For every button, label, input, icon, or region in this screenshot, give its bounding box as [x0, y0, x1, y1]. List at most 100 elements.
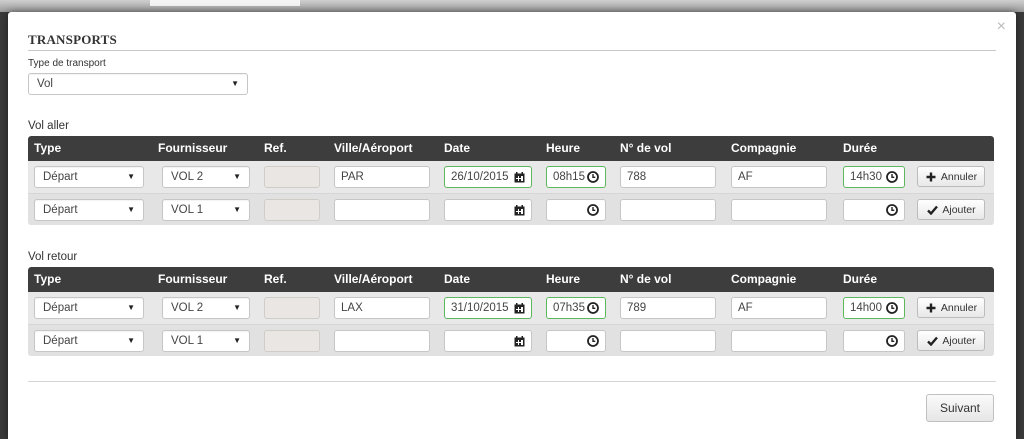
column-header-type: Type	[34, 272, 62, 286]
table-row: Départ ▼ VOL 1 ▼ Ajouter	[28, 193, 994, 225]
clock-icon[interactable]	[587, 335, 599, 347]
outbound-label: Vol aller	[28, 120, 69, 132]
close-icon[interactable]: ×	[997, 19, 1006, 35]
duration-field[interactable]	[843, 330, 905, 352]
time-field[interactable]	[546, 330, 606, 352]
calendar-icon[interactable]	[513, 204, 525, 216]
button-label: Ajouter	[942, 334, 976, 347]
button-label: Ajouter	[942, 203, 976, 216]
column-header-supplier: Fournisseur	[158, 141, 228, 155]
table-header: Type Fournisseur Ref. Ville/Aéroport Date Heu…	[28, 267, 994, 292]
flight-no-value: 789	[627, 302, 647, 314]
date-value: 26/10/2015	[451, 171, 509, 183]
clock-icon[interactable]	[587, 204, 599, 216]
type-select[interactable]: Départ ▼	[34, 199, 144, 221]
modal-title: TRANSPORTS	[28, 32, 996, 51]
time-field[interactable]: 07h35	[546, 297, 606, 319]
supplier-select[interactable]: VOL 2 ▼	[162, 297, 250, 319]
flight-no-field[interactable]: 789	[620, 297, 716, 319]
company-field[interactable]	[731, 330, 827, 352]
flight-no-value: 788	[627, 171, 647, 183]
date-field[interactable]	[444, 199, 532, 221]
flight-no-field[interactable]	[620, 199, 716, 221]
column-header-duration: Durée	[843, 272, 878, 286]
column-header-city: Ville/Aéroport	[334, 272, 413, 286]
date-field[interactable]: 26/10/2015	[444, 166, 532, 188]
table-row: Départ ▼ VOL 2 ▼ PAR 26/10/2015 08h15 788 AF 14h3…	[28, 161, 994, 193]
city-value: PAR	[341, 171, 364, 183]
add-row-button[interactable]: Ajouter	[917, 330, 985, 351]
next-button[interactable]: Suivant	[926, 394, 994, 422]
column-header-city: Ville/Aéroport	[334, 141, 413, 155]
city-value: LAX	[341, 302, 363, 314]
supplier-value: VOL 2	[171, 302, 204, 314]
clock-icon[interactable]	[587, 171, 599, 183]
backdrop-sliver	[150, 0, 300, 6]
column-header-company: Compagnie	[731, 272, 797, 286]
chevron-down-icon: ▼	[233, 303, 241, 312]
calendar-icon[interactable]	[513, 171, 525, 183]
ref-field	[264, 297, 320, 319]
type-select[interactable]: Départ ▼	[34, 330, 144, 352]
date-field[interactable]	[444, 330, 532, 352]
clock-icon[interactable]	[886, 171, 898, 183]
plus-icon	[925, 171, 937, 183]
footer-divider	[28, 381, 996, 382]
company-field[interactable]	[731, 199, 827, 221]
city-field[interactable]	[334, 199, 430, 221]
date-field[interactable]: 31/10/2015	[444, 297, 532, 319]
column-header-date: Date	[444, 141, 471, 155]
type-select[interactable]: Départ ▼	[34, 166, 144, 188]
column-header-flight-no: N° de vol	[620, 141, 672, 155]
city-field[interactable]: LAX	[334, 297, 430, 319]
button-label: Annuler	[940, 170, 978, 183]
clock-icon[interactable]	[886, 302, 898, 314]
clock-icon[interactable]	[587, 302, 599, 314]
column-header-duration: Durée	[843, 141, 878, 155]
button-label: Annuler	[940, 301, 978, 314]
duration-value: 14h30	[850, 171, 882, 183]
supplier-value: VOL 1	[171, 204, 204, 216]
check-icon	[926, 335, 938, 347]
duration-field[interactable]: 14h00	[843, 297, 905, 319]
time-field[interactable]	[546, 199, 606, 221]
duration-value: 14h00	[850, 302, 882, 314]
add-row-button[interactable]: Ajouter	[917, 199, 985, 220]
chevron-down-icon: ▼	[233, 172, 241, 181]
time-value: 08h15	[553, 171, 585, 183]
clock-icon[interactable]	[886, 204, 898, 216]
calendar-icon[interactable]	[513, 302, 525, 314]
type-value: Départ	[43, 302, 78, 314]
ref-field	[264, 166, 320, 188]
supplier-select[interactable]: VOL 1 ▼	[162, 199, 250, 221]
clock-icon[interactable]	[886, 335, 898, 347]
ref-field	[264, 199, 320, 221]
duration-field[interactable]: 14h30	[843, 166, 905, 188]
transport-type-select[interactable]: Vol ▼	[28, 73, 248, 95]
column-header-supplier: Fournisseur	[158, 272, 228, 286]
cancel-row-button[interactable]: Annuler	[917, 297, 985, 318]
outbound-table: Type Fournisseur Ref. Ville/Aéroport Date Heu…	[28, 136, 994, 225]
company-field[interactable]: AF	[731, 166, 827, 188]
column-header-time: Heure	[546, 272, 581, 286]
column-header-type: Type	[34, 141, 62, 155]
transport-type-value: Vol	[37, 78, 53, 90]
supplier-select[interactable]: VOL 1 ▼	[162, 330, 250, 352]
transports-modal: × TRANSPORTS Type de transport Vol ▼ Vol…	[8, 12, 1016, 439]
flight-no-field[interactable]	[620, 330, 716, 352]
chevron-down-icon: ▼	[127, 303, 135, 312]
city-field[interactable]	[334, 330, 430, 352]
flight-no-field[interactable]: 788	[620, 166, 716, 188]
company-field[interactable]: AF	[731, 297, 827, 319]
city-field[interactable]: PAR	[334, 166, 430, 188]
time-field[interactable]: 08h15	[546, 166, 606, 188]
ref-field	[264, 330, 320, 352]
supplier-select[interactable]: VOL 2 ▼	[162, 166, 250, 188]
return-table: Type Fournisseur Ref. Ville/Aéroport Date Heu…	[28, 267, 994, 356]
duration-field[interactable]	[843, 199, 905, 221]
calendar-icon[interactable]	[513, 335, 525, 347]
type-select[interactable]: Départ ▼	[34, 297, 144, 319]
chevron-down-icon: ▼	[231, 79, 239, 88]
cancel-row-button[interactable]: Annuler	[917, 166, 985, 187]
supplier-value: VOL 2	[171, 171, 204, 183]
